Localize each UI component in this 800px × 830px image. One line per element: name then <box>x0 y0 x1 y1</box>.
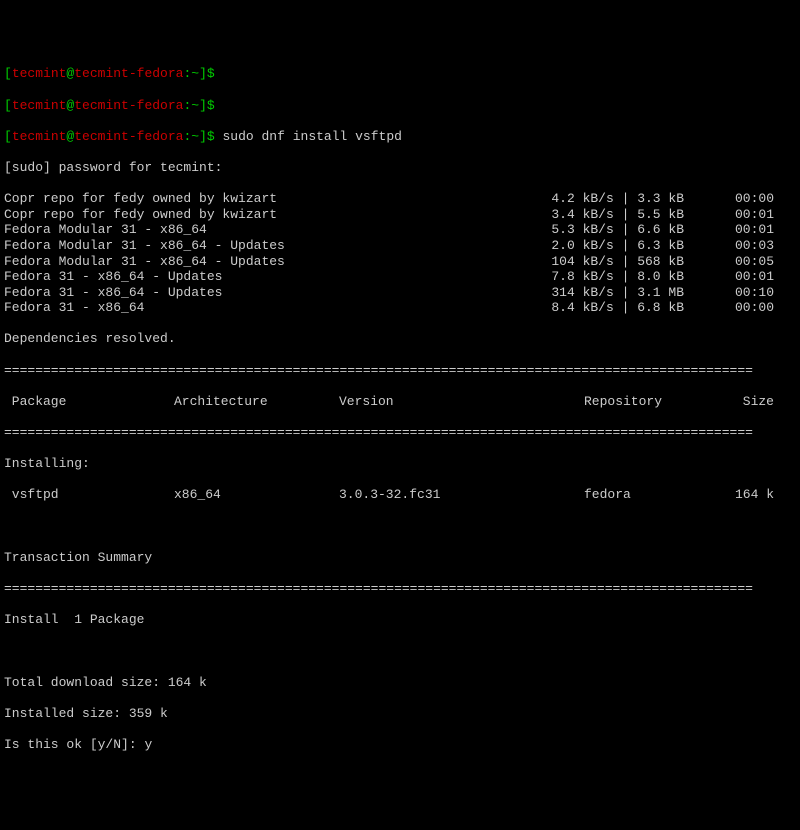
sudo-prompt: [sudo] password for tecmint: <box>4 160 796 176</box>
divider-mid: ========================================… <box>4 425 796 441</box>
install-count: Install 1 Package <box>4 612 796 628</box>
command-text: sudo dnf install vsftpd <box>223 129 402 144</box>
installed-size: Installed size: 359 k <box>4 706 796 722</box>
confirm-answer: y <box>144 737 152 752</box>
prompt-line-3[interactable]: [tecmint@tecmint-fedora:~]$ sudo dnf ins… <box>4 129 796 145</box>
installing-label: Installing: <box>4 456 796 472</box>
divider-top: ========================================… <box>4 363 796 379</box>
repo-line: Fedora 31 - x86_64 - Updates314 kB/s | 3… <box>4 285 796 301</box>
package-row: vsftpdx86_643.0.3-32.fc31fedora164 k <box>4 487 796 503</box>
prompt-line-1: [tecmint@tecmint-fedora:~]$ <box>4 66 796 82</box>
divider-bottom: ========================================… <box>4 581 796 597</box>
confirm-line[interactable]: Is this ok [y/N]: y <box>4 737 796 753</box>
repo-line: Fedora 31 - x86_648.4 kB/s | 6.8 kB00:00 <box>4 300 796 316</box>
prompt-line-2: [tecmint@tecmint-fedora:~]$ <box>4 98 796 114</box>
download-size: Total download size: 164 k <box>4 675 796 691</box>
repo-line: Fedora 31 - x86_64 - Updates7.8 kB/s | 8… <box>4 269 796 285</box>
repo-line: Fedora Modular 31 - x86_64 - Updates104 … <box>4 254 796 270</box>
deps-resolved: Dependencies resolved. <box>4 331 796 347</box>
blank-2 <box>4 643 796 659</box>
repo-line: Copr repo for fedy owned by kwizart4.2 k… <box>4 191 796 207</box>
repo-sync-output: Copr repo for fedy owned by kwizart4.2 k… <box>4 191 796 316</box>
transaction-summary: Transaction Summary <box>4 550 796 566</box>
repo-line: Copr repo for fedy owned by kwizart3.4 k… <box>4 207 796 223</box>
repo-line: Fedora Modular 31 - x86_64 - Updates2.0 … <box>4 238 796 254</box>
repo-line: Fedora Modular 31 - x86_645.3 kB/s | 6.6… <box>4 222 796 238</box>
blank-1 <box>4 519 796 535</box>
table-header: PackageArchitectureVersionRepositorySize <box>4 394 796 410</box>
